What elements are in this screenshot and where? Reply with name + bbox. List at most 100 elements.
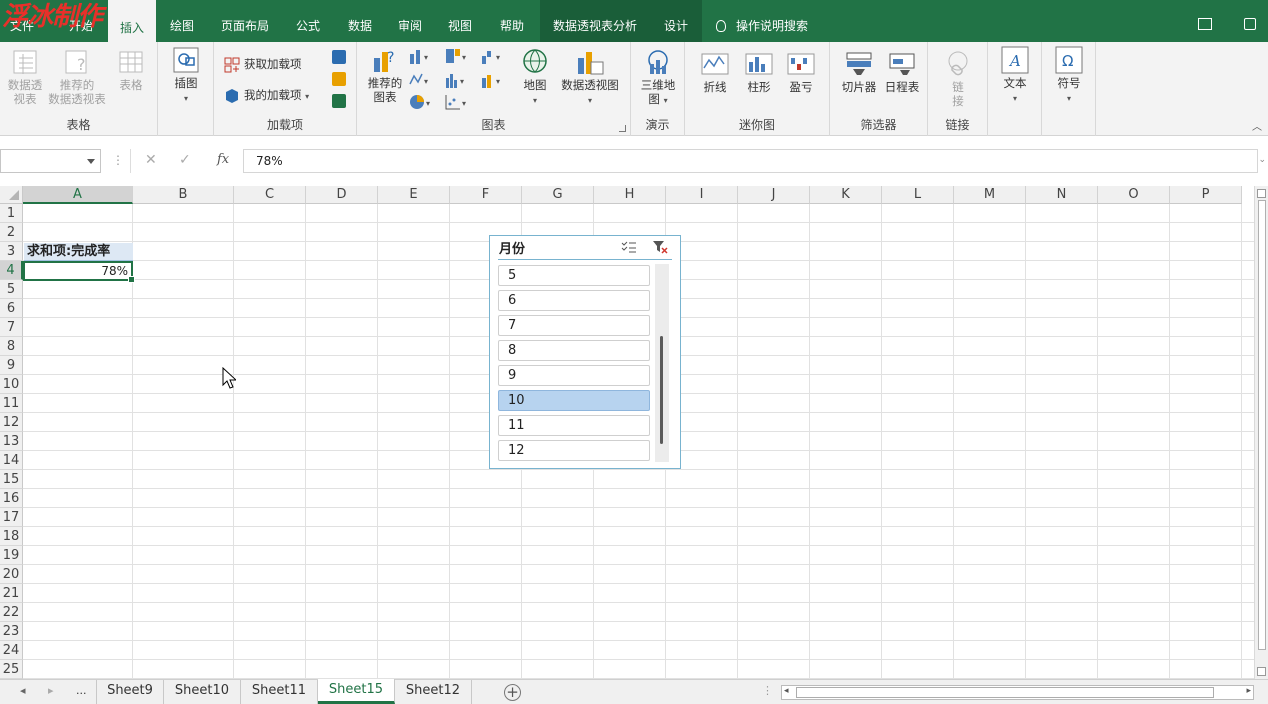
prev-sheet-icon[interactable]: ◂ <box>20 684 26 697</box>
pie-chart-icon[interactable]: ▾ <box>409 94 435 110</box>
name-box[interactable] <box>0 149 101 173</box>
enter-icon[interactable]: ✓ <box>179 152 191 168</box>
slicer-item[interactable]: 5 <box>498 265 650 286</box>
column-header[interactable]: F <box>450 186 522 204</box>
column-header[interactable]: J <box>738 186 810 204</box>
tab-design[interactable]: 设计 <box>650 0 702 42</box>
row-header[interactable]: 13 <box>0 432 23 451</box>
row-header[interactable]: 3 <box>0 242 23 261</box>
add-sheet-button[interactable]: + <box>504 684 521 701</box>
column-header[interactable]: H <box>594 186 666 204</box>
tab-pivot-analyze[interactable]: 数据透视表分析 <box>540 0 650 42</box>
slicer-item[interactable]: 12 <box>498 440 650 461</box>
multi-select-icon[interactable] <box>621 240 637 254</box>
tab-view[interactable]: 视图 <box>440 0 480 42</box>
bing-maps-icon[interactable] <box>332 72 346 86</box>
column-header[interactable]: B <box>133 186 234 204</box>
share-icon[interactable] <box>1244 18 1256 30</box>
column-header[interactable]: E <box>378 186 450 204</box>
row-header[interactable]: 25 <box>0 660 23 679</box>
column-header[interactable]: L <box>882 186 954 204</box>
sparkline-column-button[interactable]: 柱形 <box>741 50 777 94</box>
column-header[interactable]: P <box>1170 186 1242 204</box>
row-header[interactable]: 23 <box>0 622 23 641</box>
row-header[interactable]: 2 <box>0 223 23 242</box>
scroll-left-icon[interactable]: ◂ <box>784 686 789 696</box>
row-header[interactable]: 11 <box>0 394 23 413</box>
comments-icon[interactable] <box>1198 18 1212 30</box>
row-header[interactable]: 12 <box>0 413 23 432</box>
sheet-tab-sheet15[interactable]: Sheet15 <box>318 679 395 704</box>
formula-input[interactable]: 78% <box>243 149 1258 173</box>
slicer-item[interactable]: 8 <box>498 340 650 361</box>
statistic-chart-icon[interactable]: ▾ <box>445 72 471 88</box>
sheet-tab-sheet9[interactable]: Sheet9 <box>96 680 164 704</box>
slicer-item[interactable]: 11 <box>498 415 650 436</box>
vertical-scroll-thumb[interactable] <box>1258 200 1266 650</box>
timeline-button[interactable]: 日程表 <box>880 50 924 94</box>
row-header[interactable]: 7 <box>0 318 23 337</box>
row-header[interactable]: 17 <box>0 508 23 527</box>
cancel-icon[interactable]: ✕ <box>145 152 157 168</box>
scroll-up-icon[interactable] <box>1257 189 1266 198</box>
map-button[interactable]: 地图 ▾ <box>517 48 553 108</box>
link-button[interactable]: 链 接 <box>940 50 976 108</box>
tab-review[interactable]: 审阅 <box>390 0 430 42</box>
column-header[interactable]: I <box>666 186 738 204</box>
tab-help[interactable]: 帮助 <box>490 0 534 42</box>
tab-data[interactable]: 数据 <box>338 0 382 42</box>
people-graph-icon[interactable] <box>332 94 346 108</box>
row-header[interactable]: 24 <box>0 641 23 660</box>
get-addins-button[interactable]: 获取加载项 <box>224 53 302 75</box>
visio-icon[interactable] <box>332 50 346 64</box>
illustrations-button[interactable]: 插图 ▾ <box>166 46 206 106</box>
tab-split-handle-icon[interactable]: ⋮ <box>762 684 773 697</box>
row-header[interactable]: 9 <box>0 356 23 375</box>
row-header[interactable]: 16 <box>0 489 23 508</box>
recommended-pivot-button[interactable]: ? 推荐的 数据透视表 <box>46 48 108 106</box>
line-chart-icon[interactable]: ▾ <box>409 72 435 88</box>
slicer-scroll-thumb[interactable] <box>660 336 663 444</box>
clear-filter-icon[interactable] <box>652 240 668 254</box>
column-chart-icon[interactable]: ▾ <box>409 48 435 64</box>
sheet-tab-sheet10[interactable]: Sheet10 <box>164 680 241 704</box>
more-sheets[interactable]: ... <box>76 684 87 697</box>
combo-chart-icon[interactable]: ▾ <box>481 72 507 88</box>
column-header[interactable]: G <box>522 186 594 204</box>
sparkline-line-button[interactable]: 折线 <box>697 50 733 94</box>
horizontal-scroll-thumb[interactable] <box>796 687 1214 698</box>
cell-a3[interactable]: 求和项:完成率 <box>24 243 133 261</box>
recommended-charts-button[interactable]: ? 推荐的 图表 <box>363 46 407 104</box>
row-header[interactable]: 1 <box>0 204 23 223</box>
worksheet-grid[interactable]: ABCDEFGHIJKLMNOP 1 2 3 4 5 6 7 8 9 10 11 12 13 14 15 16… <box>0 186 1254 679</box>
vertical-scrollbar[interactable] <box>1254 186 1268 679</box>
expand-formula-icon[interactable]: ⌄ <box>1258 155 1266 165</box>
row-header[interactable]: 6 <box>0 299 23 318</box>
sheet-tab-sheet11[interactable]: Sheet11 <box>241 680 318 704</box>
column-header[interactable]: A <box>23 186 133 204</box>
slicer-item-selected[interactable]: 10 <box>498 390 650 411</box>
3d-map-button[interactable]: 三维地 图 ▾ <box>637 48 679 108</box>
column-header[interactable]: N <box>1026 186 1098 204</box>
row-header[interactable]: 4 <box>0 261 23 280</box>
slicer-scrollbar[interactable] <box>655 264 669 462</box>
pivot-table-button[interactable]: 数据透 视表 <box>4 48 46 106</box>
table-button[interactable]: 表格 <box>110 48 152 92</box>
sparkline-winloss-button[interactable]: 盈亏 <box>783 50 819 94</box>
tab-draw[interactable]: 绘图 <box>160 0 204 42</box>
row-header[interactable]: 20 <box>0 565 23 584</box>
row-header[interactable]: 10 <box>0 375 23 394</box>
column-header[interactable]: O <box>1098 186 1170 204</box>
sheet-tab-sheet12[interactable]: Sheet12 <box>395 680 472 704</box>
slicer-item[interactable]: 7 <box>498 315 650 336</box>
row-header[interactable]: 15 <box>0 470 23 489</box>
scroll-down-icon[interactable] <box>1257 667 1266 676</box>
row-header[interactable]: 14 <box>0 451 23 470</box>
row-header[interactable]: 8 <box>0 337 23 356</box>
text-button[interactable]: A 文本 ▾ <box>998 46 1032 106</box>
row-header[interactable]: 21 <box>0 584 23 603</box>
hierarchy-chart-icon[interactable]: ▾ <box>445 48 471 64</box>
next-sheet-icon[interactable]: ▸ <box>48 684 54 697</box>
horizontal-scrollbar[interactable]: ◂ ▸ <box>781 685 1254 700</box>
select-all-corner[interactable] <box>0 186 23 204</box>
